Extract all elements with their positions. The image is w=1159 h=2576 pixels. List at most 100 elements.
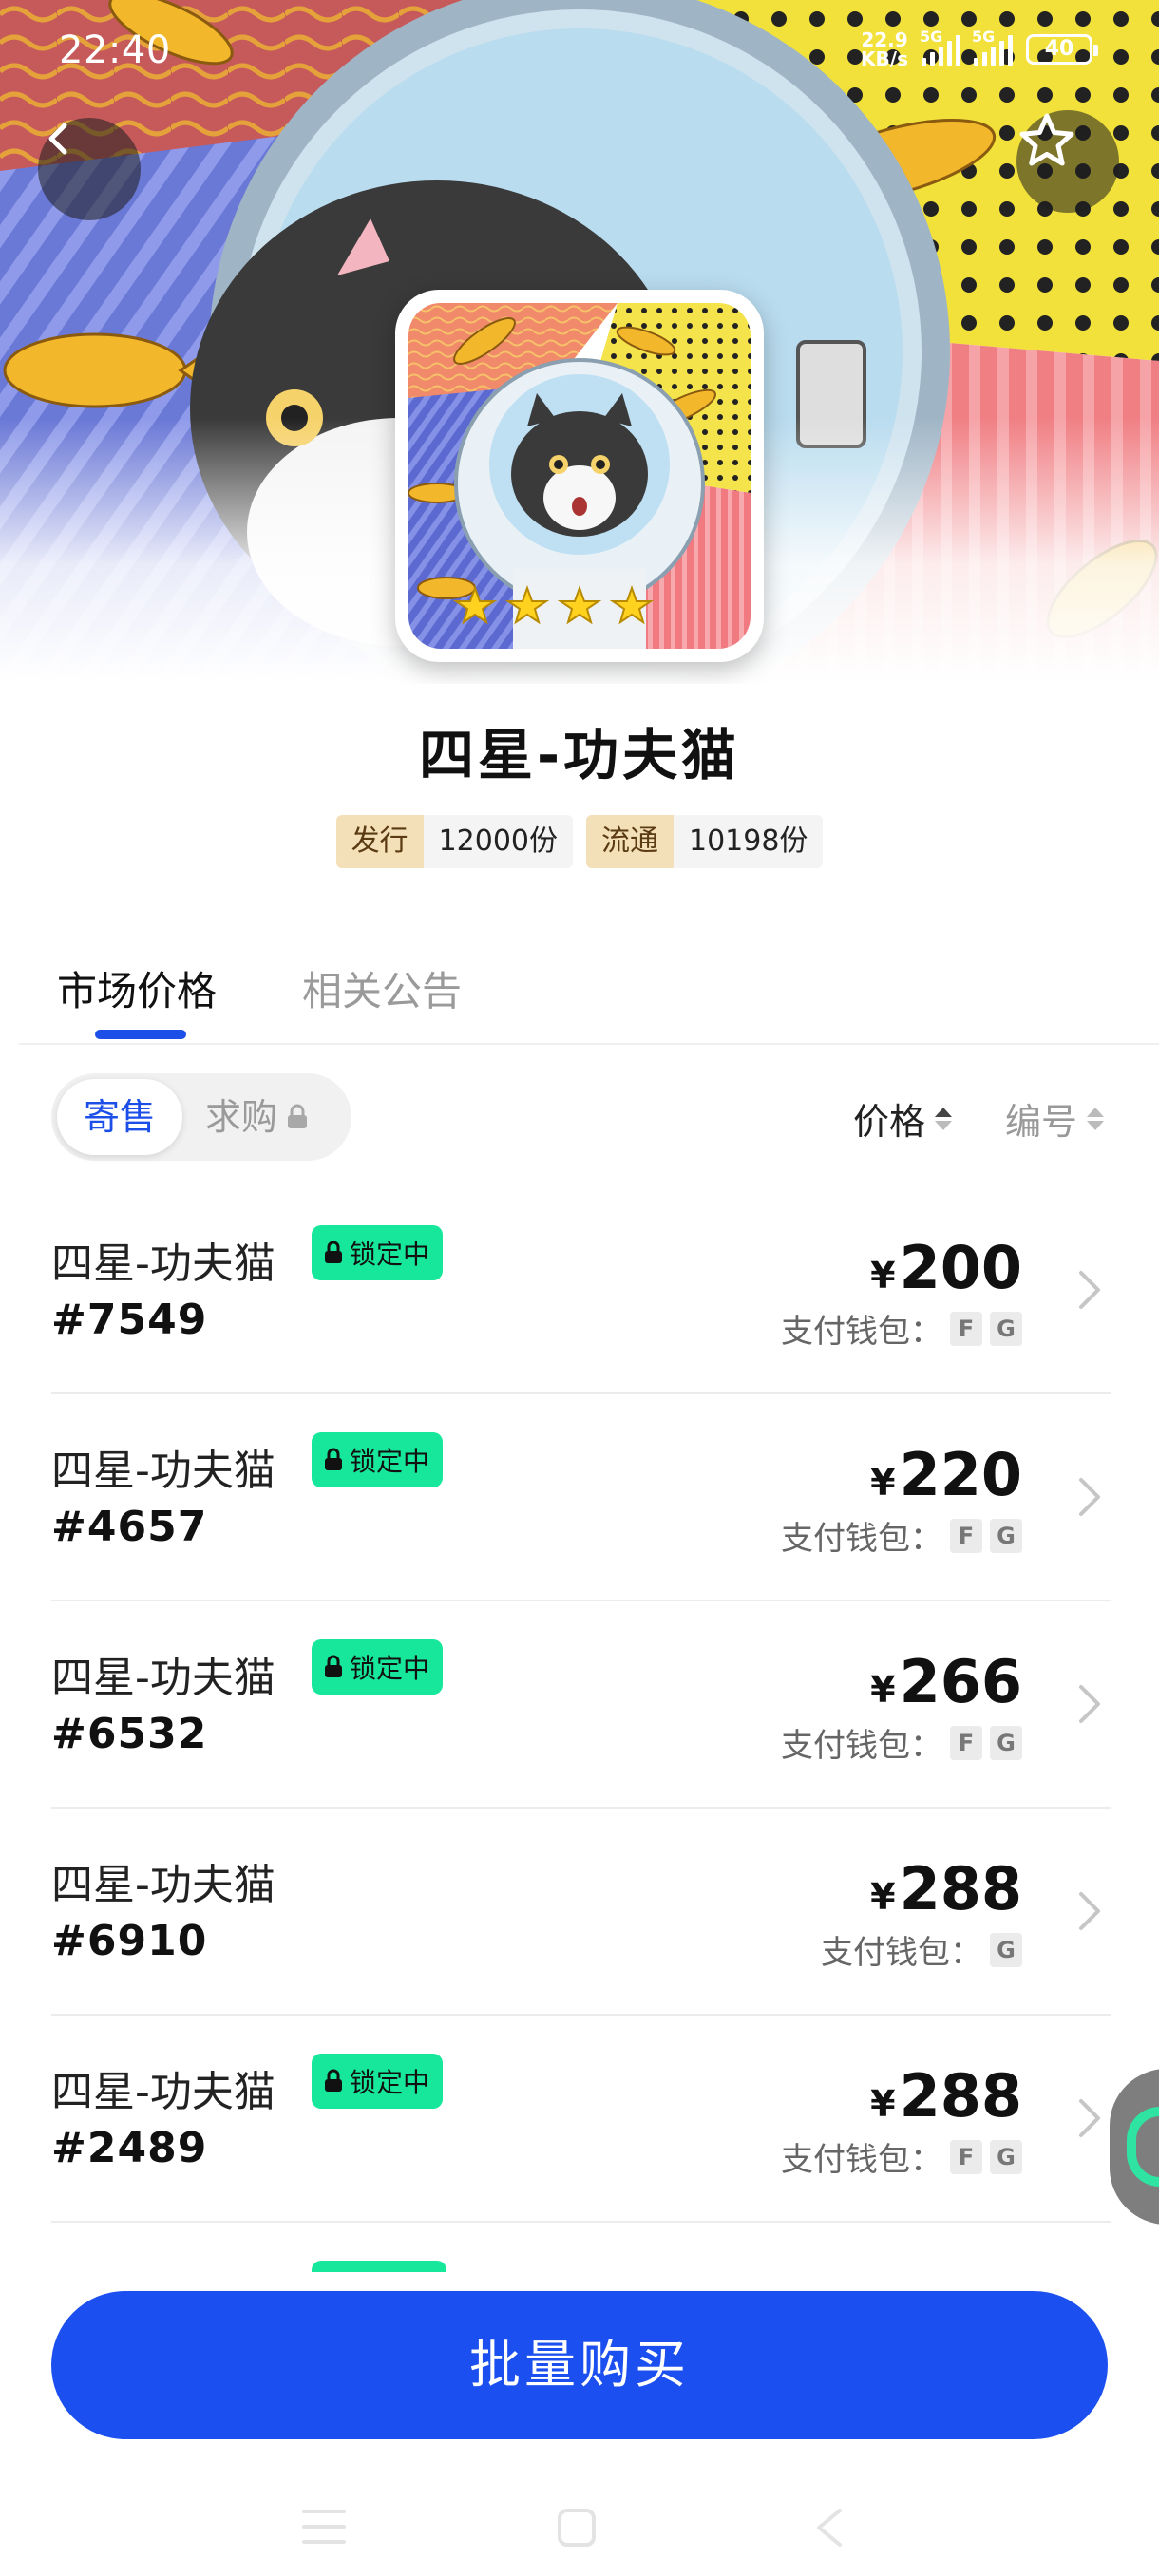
tabs-divider <box>19 1043 1159 1045</box>
locked-badge-label: 锁定中 <box>350 1653 430 1684</box>
wallet-tag: F <box>950 1725 982 1760</box>
wallet-label: 支付钱包： <box>781 2141 942 2179</box>
sort-arrows-icon <box>1087 1107 1105 1130</box>
currency-symbol: ¥ <box>870 1876 896 1918</box>
battery-icon: 40 <box>1026 34 1098 65</box>
sale-option[interactable]: 寄售 <box>57 1079 182 1155</box>
chevron-right-icon <box>1079 1685 1100 1723</box>
price-amount: 288 <box>899 2061 1022 2131</box>
wallet-tag: F <box>950 1518 982 1553</box>
widget-icon <box>1127 2107 1159 2187</box>
listing-price: ¥288 <box>870 1854 1022 1923</box>
network-speed: 22.9 KB/s <box>861 30 908 68</box>
bulk-buy-button[interactable]: 批量购买 <box>51 2291 1108 2439</box>
sort-arrows-icon <box>935 1107 953 1130</box>
wallet-tag: G <box>990 1932 1022 1967</box>
chevron-right-icon <box>1079 2099 1100 2137</box>
favorite-button[interactable] <box>1016 110 1119 213</box>
signal-icon: 5G <box>972 28 1013 66</box>
issued-label: 发行 <box>335 815 424 868</box>
listing-name: 四星-功夫猫 <box>51 1861 276 1909</box>
tab-active-indicator <box>95 1030 186 1039</box>
payment-wallets: 支付钱包： F G <box>781 1305 1022 1352</box>
back-button[interactable] <box>38 118 141 220</box>
listing-row[interactable]: 四星-功夫猫 #6910 ¥288 支付钱包： G <box>0 1809 1159 2016</box>
row-arrow <box>1075 1474 1104 1524</box>
buy-request-option[interactable]: 求购 <box>205 1073 310 1161</box>
lock-icon <box>325 2069 342 2092</box>
payment-wallets: 支付钱包： G <box>821 1926 1022 1973</box>
circulating-label: 流通 <box>586 815 674 868</box>
listing-list: 四星-功夫猫 锁定中 #7549 ¥200 支付钱包： F G 四星-功夫猫 锁定中 #4657 ¥… <box>0 1187 1159 2223</box>
sale-type-toggle: 寄售 求购 <box>51 1073 352 1161</box>
wallet-tag: G <box>990 1725 1022 1760</box>
listing-price: ¥266 <box>870 1647 1022 1716</box>
sort-number-label: 编号 <box>1005 1101 1078 1143</box>
back-nav-icon[interactable] <box>813 2508 844 2548</box>
item-title: 四星-功夫猫 <box>418 723 741 787</box>
wallet-tag: G <box>990 1311 1022 1346</box>
currency-symbol: ¥ <box>870 1669 896 1711</box>
sort-by-price[interactable]: 价格 <box>853 1092 953 1145</box>
locked-badge-label: 锁定中 <box>350 1446 430 1477</box>
price-amount: 266 <box>899 1647 1022 1716</box>
listing-row[interactable]: 四星-功夫猫 锁定中 #4657 ¥220 支付钱包： F G <box>0 1394 1159 1601</box>
lock-icon <box>325 1448 342 1470</box>
listing-id: #2489 <box>51 2124 208 2172</box>
star-outline-icon <box>1019 113 1074 166</box>
currency-symbol: ¥ <box>870 1462 896 1504</box>
wallet-tag: G <box>990 2139 1022 2174</box>
chevron-right-icon <box>1079 1478 1100 1516</box>
item-stats: 发行 12000份 流通 10198份 <box>0 815 1159 868</box>
circulating-stat: 流通 10198份 <box>586 815 824 868</box>
lock-icon <box>288 1104 308 1128</box>
listing-row[interactable]: 四星-功夫猫 锁定中 #7549 ¥200 支付钱包： F G <box>0 1187 1159 1394</box>
status-time: 22:40 <box>59 28 171 72</box>
listing-price: ¥220 <box>870 1440 1022 1509</box>
listing-price: ¥200 <box>870 1233 1022 1302</box>
sort-by-number[interactable]: 编号 <box>1005 1092 1105 1145</box>
locked-badge-label: 锁定中 <box>350 2067 430 2098</box>
listing-name: 四星-功夫猫 <box>51 1240 276 1288</box>
signal-2-label: 5G <box>972 28 996 46</box>
price-amount: 220 <box>899 1440 1022 1509</box>
currency-symbol: ¥ <box>870 1255 896 1297</box>
menu-icon[interactable] <box>302 2508 346 2546</box>
chevron-left-icon <box>48 123 67 155</box>
circulating-value: 10198份 <box>674 815 824 868</box>
row-divider <box>51 2221 1112 2223</box>
network-speed-value: 22.9 <box>861 28 908 51</box>
row-arrow <box>1075 1681 1104 1731</box>
wallet-label: 支付钱包： <box>781 1313 942 1351</box>
row-arrow <box>1075 2095 1104 2145</box>
locked-badge: 锁定中 <box>312 2054 444 2109</box>
wallet-tag: F <box>950 1311 982 1346</box>
issued-stat: 发行 12000份 <box>335 815 573 868</box>
item-artwork <box>408 303 750 649</box>
lock-icon <box>325 1241 342 1263</box>
hero-banner: 22:40 22.9 KB/s 5G 5G 40 <box>0 0 1159 684</box>
wallet-label: 支付钱包： <box>781 1520 942 1558</box>
network-speed-unit: KB/s <box>861 47 908 70</box>
issued-value: 12000份 <box>423 815 573 868</box>
currency-symbol: ¥ <box>870 2083 896 2125</box>
system-nav-bar <box>0 2470 1159 2576</box>
price-amount: 288 <box>899 1854 1022 1923</box>
payment-wallets: 支付钱包： F G <box>781 1512 1022 1559</box>
listing-name: 四星-功夫猫 <box>51 1654 276 1702</box>
listing-id: #7549 <box>51 1296 208 1344</box>
status-bar: 22:40 22.9 KB/s 5G 5G 40 <box>0 0 1159 104</box>
tab-bar: 市场价格 相关公告 <box>0 950 1159 1045</box>
price-amount: 200 <box>899 1233 1022 1302</box>
home-icon[interactable] <box>557 2508 597 2548</box>
row-arrow <box>1075 1888 1104 1938</box>
item-thumbnail <box>395 290 764 662</box>
listing-row[interactable]: 四星-功夫猫 锁定中 #2489 ¥288 支付钱包： F G <box>0 2016 1159 2223</box>
tab-announcements[interactable]: 相关公告 <box>302 959 462 1017</box>
payment-wallets: 支付钱包： F G <box>781 2133 1022 2180</box>
locked-badge: 锁定中 <box>312 1432 444 1487</box>
tab-market-price[interactable]: 市场价格 <box>57 959 217 1017</box>
locked-badge: 锁定中 <box>312 1225 444 1280</box>
listing-id: #4657 <box>51 1503 208 1551</box>
listing-row[interactable]: 四星-功夫猫 锁定中 #6532 ¥266 支付钱包： F G <box>0 1601 1159 1809</box>
